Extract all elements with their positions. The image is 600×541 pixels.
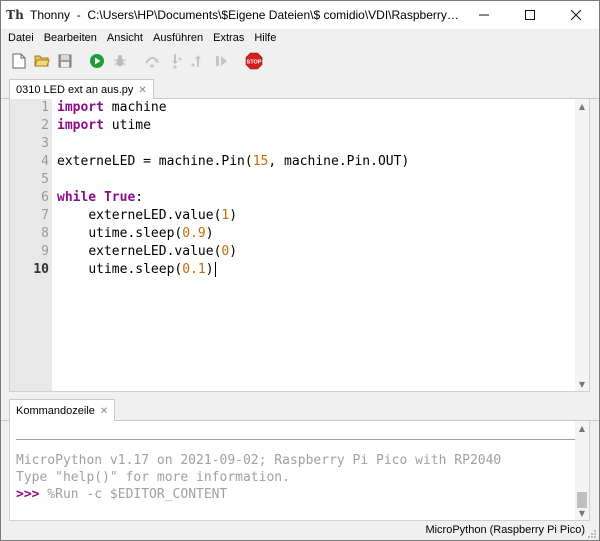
save-file-button[interactable] bbox=[57, 53, 73, 69]
close-shell-tab-icon[interactable]: ✕ bbox=[100, 406, 108, 417]
minimize-icon bbox=[479, 14, 489, 16]
line-number: 3 bbox=[41, 136, 49, 151]
status-bar: MicroPython (Raspberry Pi Pico) bbox=[1, 522, 599, 540]
code-line[interactable]: externeLED = machine.Pin(15, machine.Pin… bbox=[57, 153, 575, 171]
menu-bearbeiten[interactable]: Bearbeiten bbox=[40, 29, 103, 47]
step-out-icon bbox=[191, 55, 201, 67]
resume-button[interactable] bbox=[213, 53, 229, 69]
file-path: C:\Users\HP\Documents\$Eigene Dateien\$ … bbox=[87, 8, 460, 22]
open-file-button[interactable] bbox=[34, 53, 50, 69]
close-button[interactable] bbox=[553, 1, 599, 29]
scroll-up-icon[interactable]: ▲ bbox=[575, 99, 589, 113]
minimize-button[interactable] bbox=[461, 1, 507, 29]
step-out-button[interactable] bbox=[190, 53, 206, 69]
shell-scroll-up-icon[interactable]: ▲ bbox=[575, 421, 589, 435]
shell-command-line[interactable]: >>> %Run -c $EDITOR_CONTENT bbox=[16, 486, 573, 503]
code-line[interactable] bbox=[57, 135, 575, 153]
code-line[interactable]: externeLED.value(1) bbox=[57, 207, 575, 225]
shell-command: %Run -c $EDITOR_CONTENT bbox=[39, 487, 228, 502]
shell-tab[interactable]: Kommandozeile ✕ bbox=[9, 399, 116, 422]
editor-scrollbar[interactable]: ▲ ▼ bbox=[575, 99, 589, 391]
code-editor[interactable]: 1 2 3 4 5 6 7 8 9 10 import machine impor… bbox=[9, 99, 590, 392]
close-icon bbox=[571, 10, 581, 20]
step-into-icon bbox=[172, 54, 182, 69]
step-over-icon bbox=[145, 57, 159, 68]
code-line[interactable]: externeLED.value(0) bbox=[57, 243, 575, 261]
maximize-icon bbox=[525, 10, 535, 20]
line-number: 1 bbox=[41, 100, 49, 115]
line-number-current: 10 bbox=[33, 262, 49, 277]
close-tab-icon[interactable]: ✕ bbox=[138, 85, 146, 96]
shell-scroll-down-icon[interactable]: ▼ bbox=[575, 506, 589, 520]
shell-prompt: >>> bbox=[16, 487, 40, 502]
resume-icon bbox=[216, 56, 227, 66]
line-number: 9 bbox=[41, 244, 49, 259]
menu-hilfe[interactable]: Hilfe bbox=[250, 29, 282, 47]
window-controls bbox=[461, 1, 599, 29]
line-number-gutter: 1 2 3 4 5 6 7 8 9 10 bbox=[10, 99, 52, 391]
run-icon bbox=[90, 54, 104, 68]
line-number: 7 bbox=[41, 208, 49, 223]
menu-ausfuehren[interactable]: Ausführen bbox=[149, 29, 209, 47]
new-file-button[interactable] bbox=[11, 53, 27, 69]
new-file-icon bbox=[12, 53, 26, 69]
code-line[interactable]: utime.sleep(0.9) bbox=[57, 225, 575, 243]
step-into-button[interactable] bbox=[167, 53, 183, 69]
line-number: 5 bbox=[41, 172, 49, 187]
text-cursor bbox=[214, 262, 216, 277]
code-line[interactable]: while True: bbox=[57, 189, 575, 207]
line-number: 2 bbox=[41, 118, 49, 133]
app-name: Thonny bbox=[30, 8, 71, 22]
editor-tab-bar: 0310 LED ext an aus.py ✕ bbox=[1, 79, 599, 100]
folder-open-icon bbox=[34, 55, 50, 67]
debug-button[interactable] bbox=[112, 53, 128, 69]
thonny-window: Th Thonny - C:\Users\HP\Documents\$Eigen… bbox=[0, 0, 600, 541]
editor-tab-title: 0310 LED ext an aus.py bbox=[16, 84, 134, 96]
menu-datei[interactable]: Datei bbox=[4, 29, 40, 47]
code-line[interactable]: import utime bbox=[57, 117, 575, 135]
interpreter-status[interactable]: MicroPython (Raspberry Pi Pico) bbox=[425, 524, 585, 536]
menu-ansicht[interactable]: Ansicht bbox=[103, 29, 149, 47]
shell-output: MicroPython v1.17 on 2021-09-02; Raspber… bbox=[16, 452, 573, 503]
menu-bar: Datei Bearbeiten Ansicht Ausführen Extra… bbox=[1, 29, 599, 47]
bug-icon bbox=[114, 55, 126, 67]
resize-grip-icon[interactable] bbox=[587, 529, 597, 539]
run-button[interactable] bbox=[89, 53, 105, 69]
scroll-down-icon[interactable]: ▼ bbox=[575, 377, 589, 391]
shell-separator bbox=[16, 439, 576, 440]
stop-label: STOP bbox=[247, 60, 262, 66]
shell-scrollbar[interactable]: ▲ ▼ bbox=[575, 421, 589, 520]
shell-console[interactable]: MicroPython v1.17 on 2021-09-02; Raspber… bbox=[9, 421, 590, 521]
title-bar: Th Thonny - C:\Users\HP\Documents\$Eigen… bbox=[1, 1, 599, 29]
line-number: 6 bbox=[41, 190, 49, 205]
line-number: 8 bbox=[41, 226, 49, 241]
save-icon bbox=[58, 54, 72, 68]
window-title: Thonny - C:\Users\HP\Documents\$Eigene D… bbox=[30, 8, 460, 22]
toolbar: STOP bbox=[1, 47, 599, 75]
line-number: 4 bbox=[41, 154, 49, 169]
code-line[interactable]: import machine bbox=[57, 99, 575, 117]
editor-tab[interactable]: 0310 LED ext an aus.py ✕ bbox=[9, 79, 154, 100]
stop-icon: STOP bbox=[245, 52, 263, 70]
menu-extras[interactable]: Extras bbox=[209, 29, 250, 47]
code-line[interactable]: utime.sleep(0.1) bbox=[57, 261, 575, 279]
shell-tab-bar: Kommandozeile ✕ bbox=[1, 399, 599, 422]
shell-output-line: Type "help()" for more information. bbox=[16, 470, 290, 485]
shell-output-line: MicroPython v1.17 on 2021-09-02; Raspber… bbox=[16, 453, 502, 468]
shell-tab-title: Kommandozeile bbox=[16, 405, 95, 417]
step-over-button[interactable] bbox=[144, 53, 160, 69]
maximize-button[interactable] bbox=[507, 1, 553, 29]
stop-button[interactable]: STOP bbox=[245, 52, 263, 70]
code-area[interactable]: import machine import utime externeLED = m… bbox=[57, 99, 575, 279]
code-line[interactable] bbox=[57, 171, 575, 189]
thonny-logo-icon: Th bbox=[6, 8, 24, 22]
